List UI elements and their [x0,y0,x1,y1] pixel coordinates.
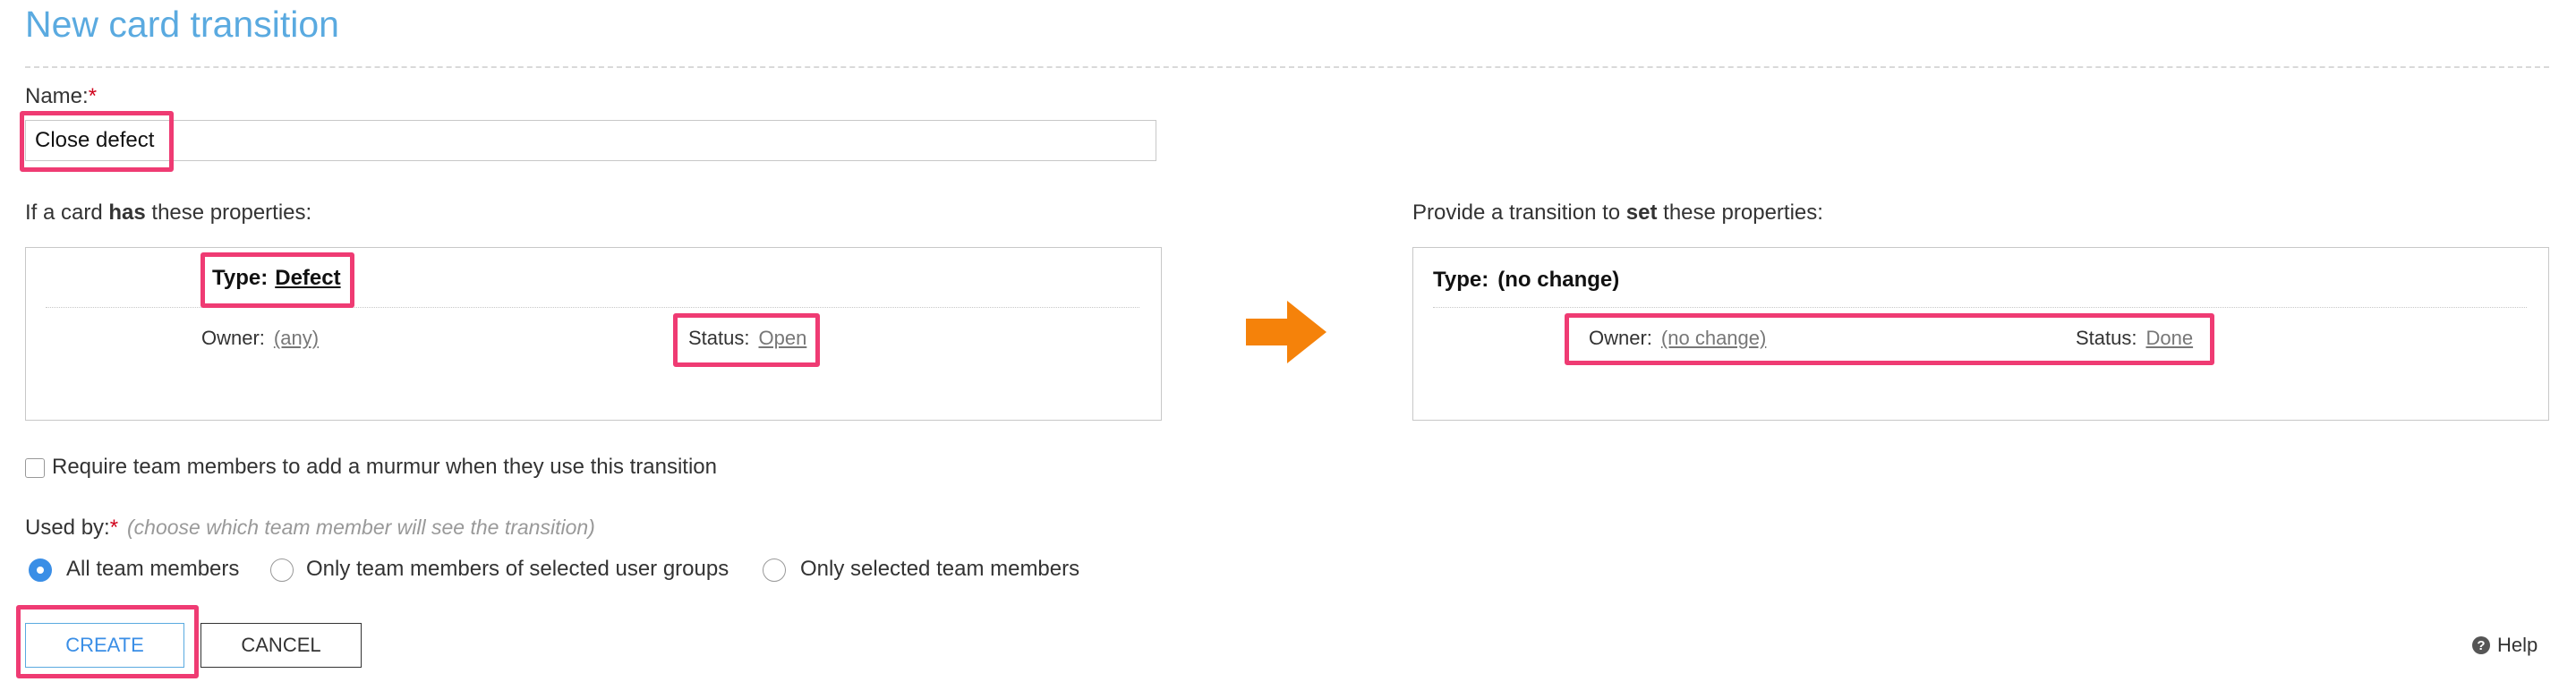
highlight-name [20,111,174,172]
if-properties-box: Type: Defect Owner: (any) Status: Open [25,247,1162,421]
murmur-checkbox[interactable] [25,458,45,478]
radio-selected-user-groups[interactable] [270,558,294,582]
highlight-set-owner-status [1565,313,2214,365]
if-section-label: If a card has these properties: [25,200,311,226]
set-label-before: Provide a transition to [1412,200,1626,225]
if-label-after: these properties: [145,200,312,225]
help-label: Help [2497,634,2538,656]
help-link[interactable]: ? Help [2472,634,2538,657]
used-by-required-mark: * [109,516,119,540]
set-box-divider [1433,307,2527,308]
set-section-label: Provide a transition to set these proper… [1412,200,1823,226]
right-arrow-icon [1242,299,1328,370]
radio-all-team-members[interactable] [29,558,52,582]
radio-label-selected-team-members: Only selected team members [800,557,1080,581]
if-label-before: If a card [25,200,109,225]
used-by-label: Used by:* [25,516,118,541]
name-input[interactable] [25,120,1156,161]
name-label: Name:* [25,84,97,109]
title-divider [25,66,2549,68]
cancel-button[interactable]: CANCEL [200,623,362,668]
murmur-label: Require team members to add a murmur whe… [52,455,718,479]
page-title: New card transition [25,4,339,45]
radio-selected-team-members[interactable] [763,558,786,582]
used-by-hint: (choose which team member will see the t… [127,516,595,539]
set-type-value: (no change) [1497,268,1620,292]
if-owner-label: Owner: [201,327,265,349]
radio-label-all-team-members: All team members [66,557,240,581]
highlight-create [16,605,199,678]
required-mark: * [88,84,98,108]
used-by-label-text: Used by: [25,516,110,540]
set-type-row: Type: (no change) [1433,268,1619,293]
name-label-text: Name: [25,84,89,108]
radio-label-selected-user-groups: Only team members of selected user group… [306,557,729,581]
if-owner-value-link[interactable]: (any) [274,327,319,350]
if-label-bold: has [108,200,146,225]
set-label-after: these properties: [1657,200,1823,225]
set-type-label: Type: [1433,268,1489,292]
set-label-bold: set [1625,200,1658,225]
question-circle-icon: ? [2472,636,2490,654]
highlight-if-type [200,252,354,308]
highlight-if-status [673,313,820,367]
if-owner-row: Owner: (any) [201,327,319,350]
